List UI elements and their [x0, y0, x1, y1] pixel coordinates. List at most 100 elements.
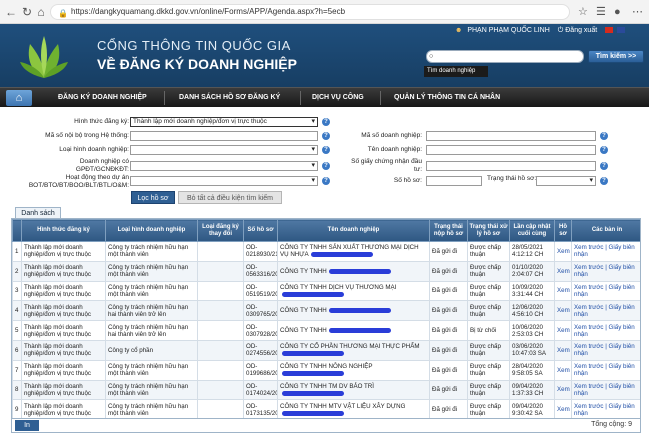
help-icon[interactable]: ? — [322, 118, 330, 126]
ma-so-noi-bo-input[interactable] — [130, 131, 318, 141]
nav-quan-ly-thong-tin[interactable]: QUẢN LÝ THÔNG TIN CÁ NHÂN — [394, 88, 500, 108]
trang-thai-nop-cell: Đã gửi đi — [429, 300, 468, 322]
table-row[interactable]: 8 Thành lập mới doanh nghiệp/đơn vị trực … — [12, 379, 640, 401]
ban-in-links-text[interactable]: Xem trước | Giấy biên nhận — [574, 264, 635, 278]
xem-link[interactable]: Xem — [554, 339, 572, 361]
ban-in-links[interactable]: Xem trước | Giấy biên nhận — [571, 280, 640, 302]
help-icon[interactable]: ? — [600, 177, 608, 185]
xem-link[interactable]: Xem — [554, 280, 572, 302]
ten-dn-input[interactable] — [426, 145, 596, 155]
help-icon[interactable]: ? — [322, 132, 330, 140]
table-row[interactable]: 2 Thành lập mới doanh nghiệp/đơn vị trực … — [12, 260, 640, 282]
xem-link[interactable]: Xem — [554, 241, 572, 262]
user-avatar-icon: ☻ — [455, 27, 463, 34]
xem-link-text[interactable]: Xem — [557, 327, 570, 334]
ban-in-links-text[interactable]: Xem trước | Giấy biên nhận — [574, 244, 635, 258]
clear-filter-button[interactable]: Bỏ tất cả điều kiện tìm kiếm — [178, 191, 282, 204]
xem-link-text[interactable]: Xem — [557, 287, 570, 294]
xem-link[interactable]: Xem — [554, 260, 572, 282]
col-header[interactable]: Tên doanh nghiệp — [277, 219, 430, 242]
col-header[interactable]: Loại hình doanh nghiệp — [105, 219, 198, 242]
xem-link-text[interactable]: Xem — [557, 268, 570, 275]
col-header[interactable]: Trạng thái nộp hồ sơ — [429, 219, 468, 242]
nav-dich-vu-cong[interactable]: DỊCH VỤ CÔNG — [312, 88, 364, 108]
trang-thai-select[interactable] — [536, 176, 596, 186]
ban-in-links[interactable]: Xem trước | Giấy biên nhận — [571, 339, 640, 361]
address-bar[interactable]: 🔒 https://dangkyquamang.dkkd.gov.vn/onli… — [50, 4, 570, 20]
back-icon[interactable]: ← — [4, 5, 18, 19]
so-giay-input[interactable] — [426, 161, 596, 171]
nav-dang-ky-doanh-nghiep[interactable]: ĐĂNG KÝ DOANH NGHIỆP — [58, 88, 147, 108]
table-row[interactable]: 1 Thành lập mới doanh nghiệp/đơn vị trực … — [12, 241, 640, 262]
hinh-thuc-select[interactable]: Thành lập mới doanh nghiệp/đơn vị trực t… — [130, 117, 318, 127]
loai-hinh-select[interactable] — [130, 145, 318, 155]
help-icon[interactable]: ? — [322, 162, 330, 170]
search-button[interactable]: Tìm kiếm >> — [588, 50, 644, 63]
dn-co-gpdt-select[interactable] — [130, 161, 318, 171]
ban-in-links[interactable]: Xem trước | Giấy biên nhận — [571, 260, 640, 282]
ban-in-links-text[interactable]: Xem trước | Giấy biên nhận — [574, 403, 635, 417]
xem-link-text[interactable]: Xem — [557, 367, 570, 374]
flag-vn-icon[interactable] — [605, 27, 614, 34]
xem-link[interactable]: Xem — [554, 399, 572, 418]
col-header[interactable]: Loại đăng ký thay đổi — [197, 219, 244, 242]
leaf-logo-icon[interactable] — [18, 32, 70, 82]
ban-in-links-text[interactable]: Xem trước | Giấy biên nhận — [574, 343, 635, 357]
ban-in-links[interactable]: Xem trước | Giấy biên nhận — [571, 320, 640, 341]
help-icon[interactable]: ? — [322, 146, 330, 154]
logout-link[interactable]: Đăng xuất — [565, 27, 597, 34]
refresh-icon[interactable]: ↻ — [20, 5, 34, 19]
search-input[interactable]: ○ — [426, 50, 584, 63]
table-row[interactable]: 6 Thành lập mới doanh nghiệp/đơn vị trực … — [12, 339, 640, 361]
ban-in-links-text[interactable]: Xem trước | Giấy biên nhận — [574, 284, 635, 298]
xem-link[interactable]: Xem — [554, 359, 572, 381]
favorite-icon[interactable]: ☆ — [578, 5, 588, 19]
ma-so-dn-input[interactable] — [426, 131, 596, 141]
xem-link[interactable]: Xem — [554, 300, 572, 322]
table-row[interactable]: 9 Thành lập mới doanh nghiệp/đơn vị trực … — [12, 399, 640, 418]
nav-danh-sach-ho-so[interactable]: DANH SÁCH HỒ SƠ ĐĂNG KÝ — [179, 88, 280, 108]
more-icon[interactable]: ⋯ — [632, 5, 643, 19]
table-row[interactable]: 3 Thành lập mới doanh nghiệp/đơn vị trực … — [12, 280, 640, 302]
nav-home-icon[interactable]: ⌂ — [6, 90, 32, 106]
col-header[interactable]: Trạng thái xử lý hồ sơ — [467, 219, 510, 242]
table-row[interactable]: 7 Thành lập mới doanh nghiệp/đơn vị trực … — [12, 359, 640, 381]
xem-link-text[interactable]: Xem — [557, 386, 570, 393]
ban-in-links-text[interactable]: Xem trước | Giấy biên nhận — [574, 304, 635, 318]
table-row[interactable]: 5 Thành lập mới doanh nghiệp/đơn vị trực … — [12, 320, 640, 341]
xem-link-text[interactable]: Xem — [557, 406, 570, 413]
ban-in-links[interactable]: Xem trước | Giấy biên nhận — [571, 241, 640, 262]
help-icon[interactable]: ? — [600, 132, 608, 140]
collections-icon[interactable]: ☰ — [596, 5, 606, 19]
table-row[interactable]: 4 Thành lập mới doanh nghiệp/đơn vị trực … — [12, 300, 640, 322]
user-name[interactable]: PHẠN PHẠM QUỐC LINH — [467, 27, 549, 34]
col-header[interactable]: Số hồ sơ — [243, 219, 278, 242]
tab-danh-sach[interactable]: Danh sách — [15, 207, 61, 218]
so-ho-so-input[interactable] — [426, 176, 482, 186]
help-icon[interactable]: ? — [600, 162, 608, 170]
ban-in-links[interactable]: Xem trước | Giấy biên nhận — [571, 300, 640, 322]
xem-link[interactable]: Xem — [554, 379, 572, 401]
ban-in-links-text[interactable]: Xem trước | Giấy biên nhận — [574, 383, 635, 397]
xem-link[interactable]: Xem — [554, 320, 572, 341]
ban-in-links-text[interactable]: Xem trước | Giấy biên nhận — [574, 324, 635, 338]
print-button[interactable]: In — [15, 420, 39, 431]
logout-icon[interactable]: ⏻ — [558, 27, 564, 34]
ban-in-links[interactable]: Xem trước | Giấy biên nhận — [571, 379, 640, 401]
hoat-dong-select[interactable] — [130, 176, 318, 186]
trang-thai-xu-ly-cell-text: Được chấp thuận — [470, 382, 501, 397]
xem-link-text[interactable]: Xem — [557, 248, 570, 255]
col-header[interactable]: Hình thức đăng ký — [21, 219, 106, 242]
col-header[interactable]: Lần cập nhật cuối cùng — [509, 219, 555, 242]
filter-button[interactable]: Lọc hồ sơ — [131, 191, 175, 204]
xem-link-text[interactable]: Xem — [557, 347, 570, 354]
flag-en-icon[interactable] — [617, 27, 626, 34]
profile-icon[interactable]: ● — [614, 5, 621, 19]
ban-in-links-text[interactable]: Xem trước | Giấy biên nhận — [574, 363, 635, 377]
help-icon[interactable]: ? — [600, 146, 608, 154]
home-icon[interactable]: ⌂ — [34, 5, 48, 19]
ban-in-links[interactable]: Xem trước | Giấy biên nhận — [571, 399, 640, 418]
help-icon[interactable]: ? — [322, 177, 330, 185]
xem-link-text[interactable]: Xem — [557, 307, 570, 314]
ban-in-links[interactable]: Xem trước | Giấy biên nhận — [571, 359, 640, 381]
